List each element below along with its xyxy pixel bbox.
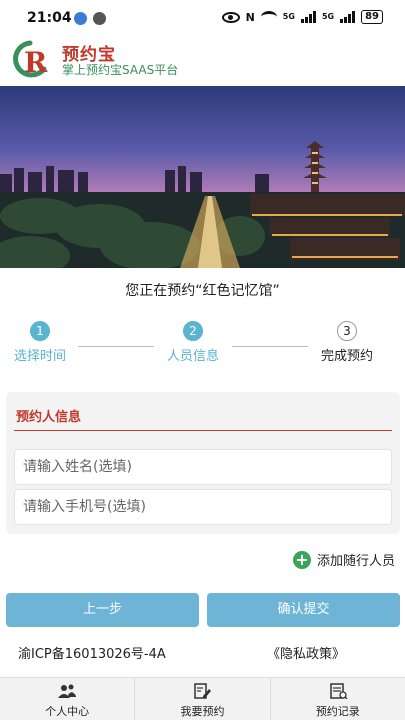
title-divider [14, 430, 392, 431]
message-bubble-icon [74, 12, 87, 25]
status-time: 21:04 [27, 10, 72, 26]
booker-info-card: 预约人信息 请输入姓名(选填) 请输入手机号(选填) [6, 392, 400, 534]
venue-booking-notice: 您正在预约“红色记忆馆” [125, 283, 280, 299]
network-5g-icon: 5G [282, 12, 295, 21]
phone-input[interactable]: 请输入手机号(选填) [14, 489, 392, 525]
nav-booking-records[interactable]: 预约记录 [271, 678, 405, 720]
privacy-policy-link[interactable]: 《隐私政策》 [267, 643, 345, 662]
icp-record-link[interactable]: 渝ICP备16013026号-4A [18, 643, 166, 662]
nav-label: 个人中心 [45, 705, 90, 718]
add-companion-button[interactable]: + 添加随行人员 [292, 550, 395, 569]
add-companion-label: 添加随行人员 [316, 554, 395, 569]
status-bar: 21:04 N 5G 5G 89 [0, 0, 405, 36]
brand-logo-icon: R [13, 40, 48, 79]
notification-icons [74, 12, 106, 25]
step-connector [232, 346, 308, 347]
step-number: 2 [183, 321, 203, 341]
step-number: 3 [337, 321, 357, 341]
step-connector [78, 346, 154, 347]
step-personnel-info: 2 人员信息 [153, 320, 233, 364]
app-header: R 预约宝 掌上预约宝SAAS平台 [0, 36, 405, 84]
eye-comfort-icon [221, 11, 240, 23]
nav-personal-center[interactable]: 个人中心 [0, 678, 136, 720]
network-5g-icon-2: 5G [321, 12, 335, 21]
record-list-icon [330, 683, 348, 699]
nav-make-booking[interactable]: 我要预约 [135, 678, 271, 720]
nav-label: 我要预约 [180, 705, 225, 718]
step-select-time: 1 选择时间 [0, 320, 80, 364]
battery-icon: 89 [361, 10, 383, 24]
status-right-icons: N 5G 5G 89 [221, 10, 383, 24]
step-label: 人员信息 [166, 349, 219, 364]
chat-app-icon [93, 12, 106, 25]
nfc-icon: N [245, 10, 255, 24]
users-icon [58, 684, 77, 698]
booking-steps: 1 选择时间 2 人员信息 3 完成预约 [0, 320, 405, 370]
logo-letter: R [24, 46, 48, 79]
step-number: 1 [30, 321, 50, 341]
name-input[interactable]: 请输入姓名(选填) [14, 449, 392, 485]
step-complete: 3 完成预约 [307, 320, 387, 364]
signal-icon-2 [340, 11, 356, 23]
booker-info-title: 预约人信息 [16, 410, 82, 425]
wifi-icon [260, 11, 277, 23]
plus-icon: + [292, 550, 311, 569]
venue-banner-image [0, 86, 405, 268]
edit-form-icon [194, 683, 212, 699]
brand-tagline: 掌上预约宝SAAS平台 [62, 63, 179, 77]
step-label: 完成预约 [320, 349, 373, 364]
nav-label: 预约记录 [315, 705, 360, 718]
signal-icon [300, 11, 316, 23]
confirm-submit-button[interactable]: 确认提交 [207, 593, 400, 627]
step-label: 选择时间 [13, 349, 66, 364]
previous-step-button[interactable]: 上一步 [6, 593, 199, 627]
bottom-navigation: 个人中心 我要预约 预约记录 [0, 677, 405, 720]
